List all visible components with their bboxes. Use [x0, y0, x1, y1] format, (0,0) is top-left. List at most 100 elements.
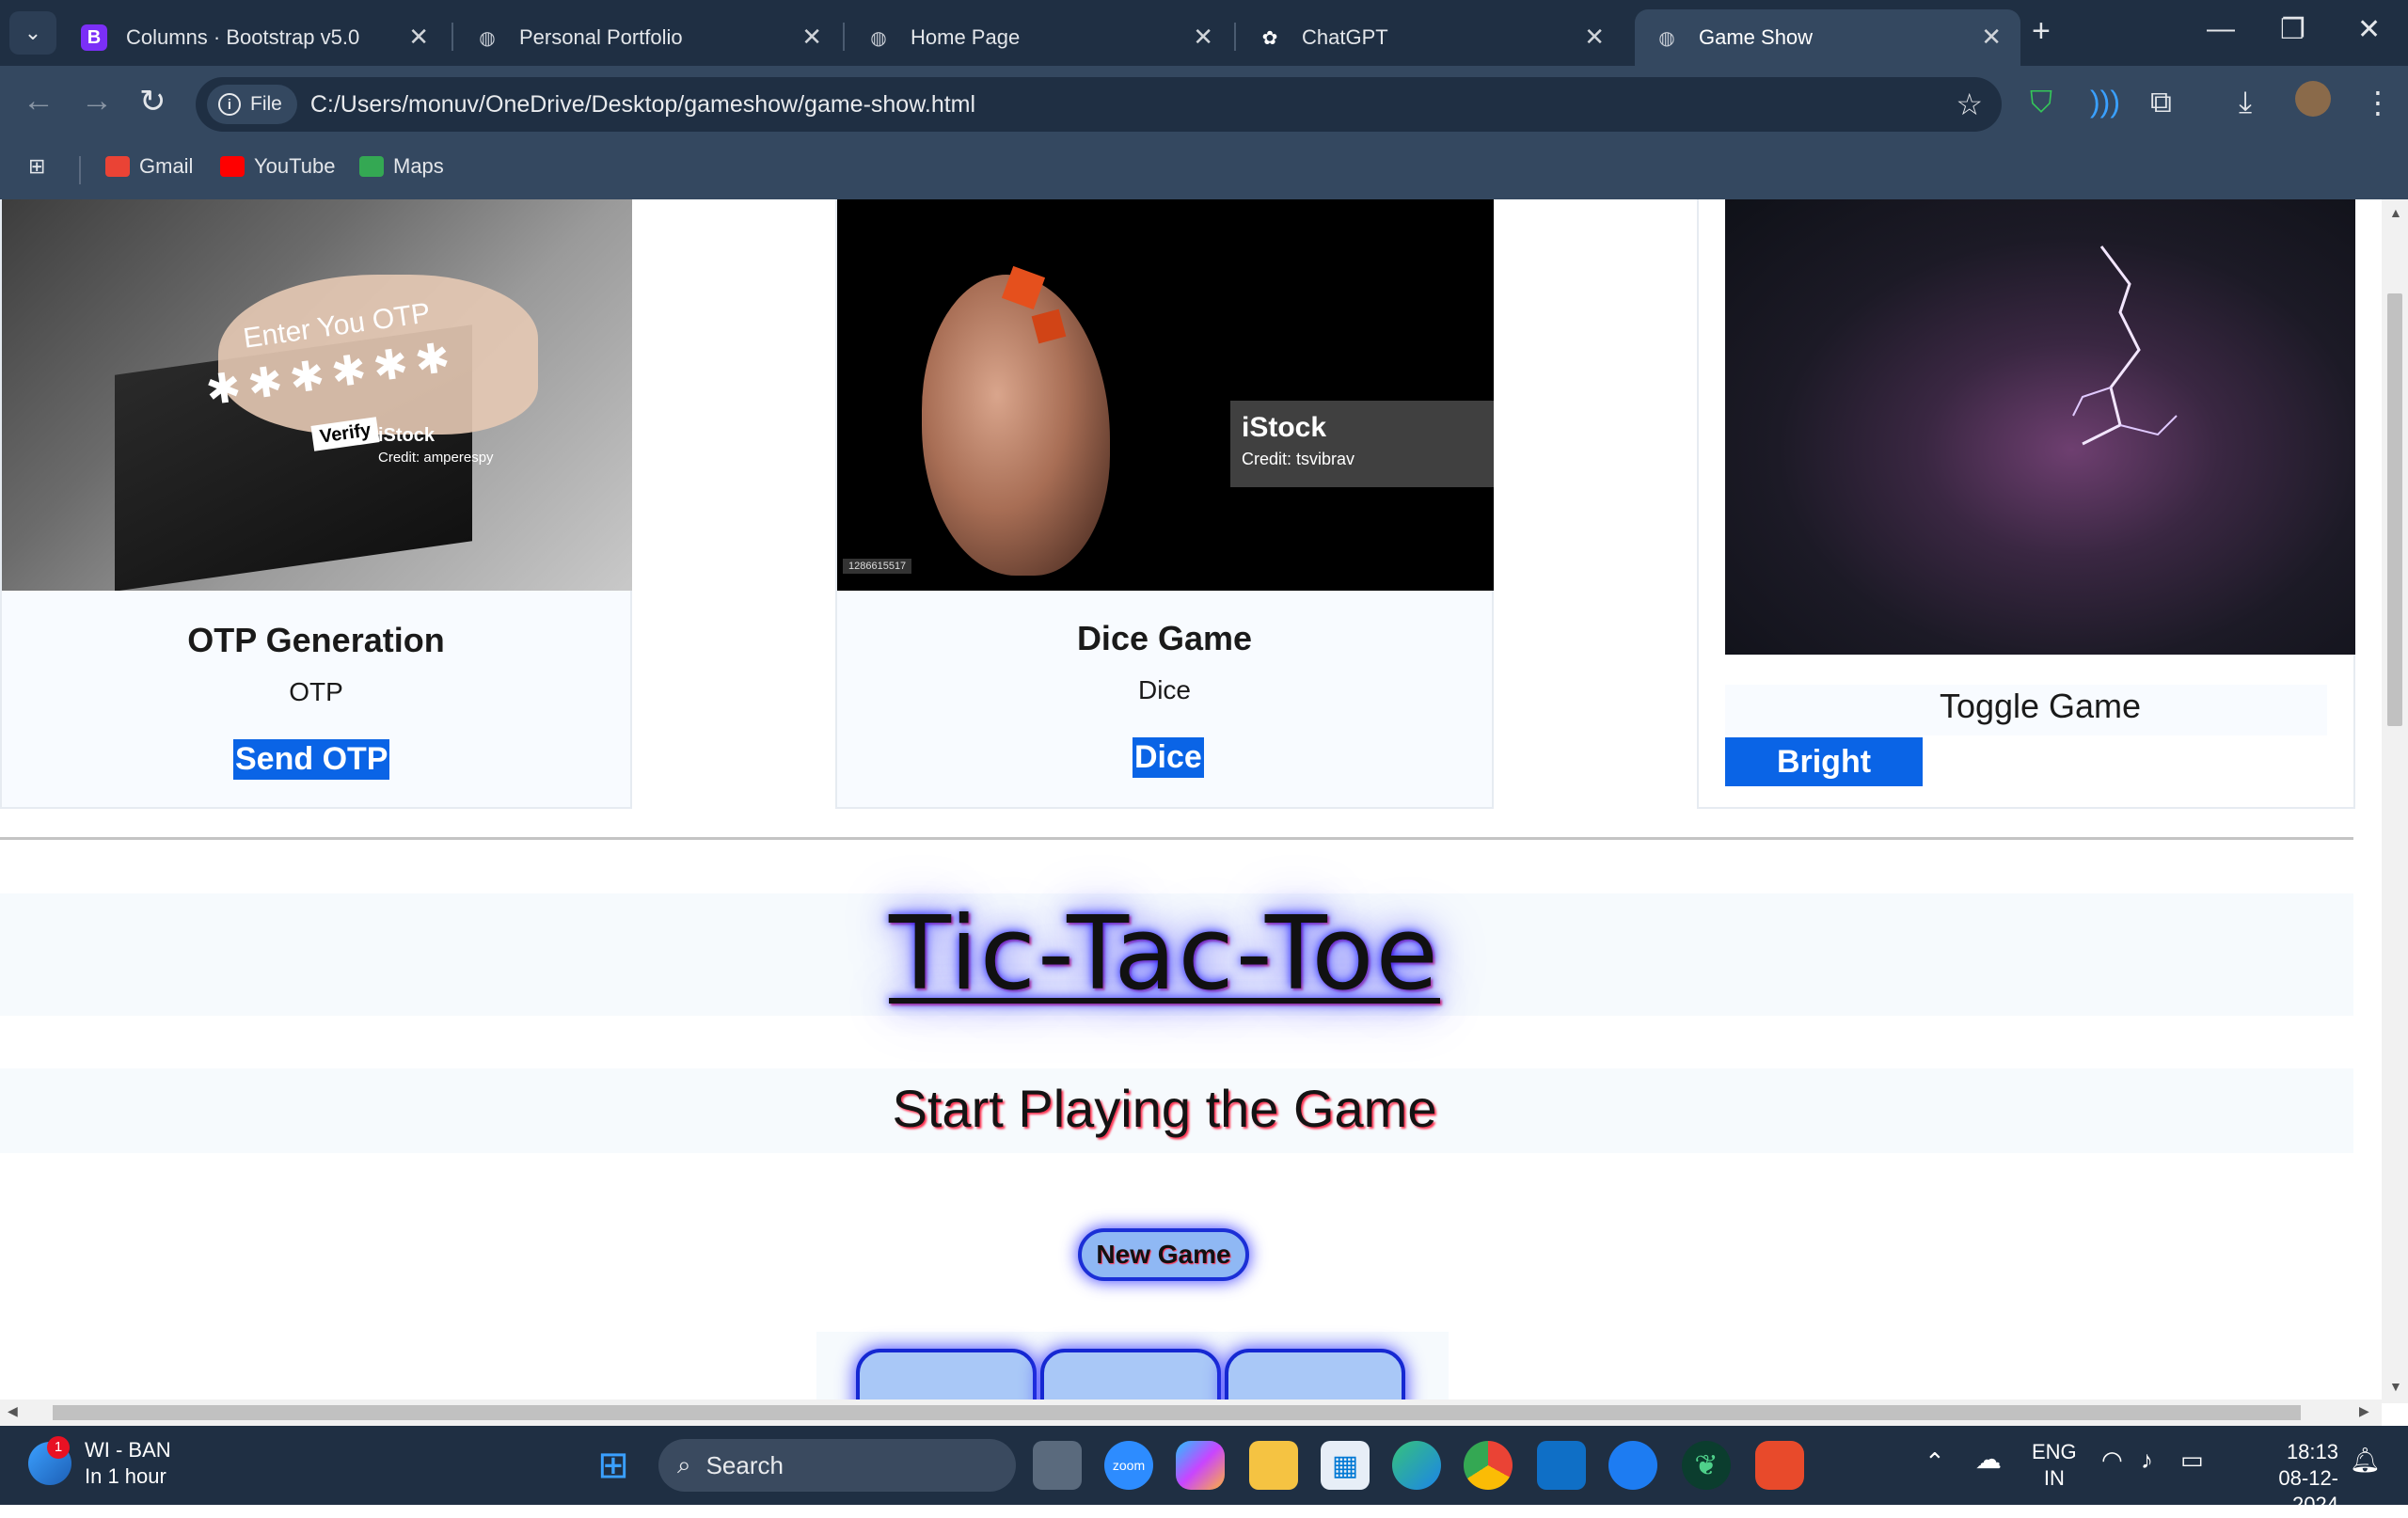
app-icon[interactable] [1608, 1441, 1657, 1490]
clock-time: 18:13 [2286, 1440, 2338, 1463]
restore-icon[interactable]: ❐ [2280, 13, 2305, 46]
battery-icon[interactable]: ▭ [2180, 1447, 2204, 1473]
search-icon: ⌕ [677, 1450, 691, 1478]
card-text: OTP [289, 677, 343, 706]
tab-game-show[interactable]: ◍ Game Show ✕ [1635, 9, 2020, 66]
card-title: Toggle Game [1939, 687, 2142, 725]
tab-title: Game Show [1699, 25, 1814, 49]
youtube-icon [220, 156, 245, 177]
bookmark-gmail[interactable]: Gmail [105, 154, 193, 179]
chevron-up-icon[interactable]: ⌃ [1925, 1448, 1945, 1475]
new-tab-plus-icon[interactable]: + [2032, 13, 2051, 50]
address-bar[interactable]: i File C:/Users/monuv/OneDrive/Desktop/g… [196, 77, 2002, 132]
card-otp: Enter You OTP ✱✱✱✱✱✱ Verify iStock Credi… [0, 199, 632, 809]
bookmarks-bar: ⊞ Gmail YouTube Maps [0, 141, 2408, 199]
shield-extension-icon[interactable]: ⛉ [2030, 85, 2052, 120]
bookmark-maps[interactable]: Maps [359, 154, 444, 179]
more-menu-icon[interactable]: ⋮ [2363, 85, 2393, 120]
task-view-icon[interactable] [1033, 1441, 1082, 1490]
close-icon[interactable]: ✕ [1981, 23, 2002, 52]
weather-title: WI - BAN [85, 1438, 171, 1462]
scroll-down-icon[interactable]: ▼ [2389, 1379, 2402, 1394]
scroll-left-icon[interactable]: ◀ [8, 1403, 18, 1419]
bookmark-star-icon[interactable]: ☆ [1956, 87, 1983, 122]
scroll-up-icon[interactable]: ▲ [2389, 205, 2402, 220]
file-explorer-icon[interactable] [1249, 1441, 1298, 1490]
vertical-scroll-thumb[interactable] [2387, 293, 2402, 726]
dice-button[interactable]: Dice [1133, 737, 1204, 778]
close-icon[interactable]: ✕ [801, 23, 822, 52]
card-title: OTP Generation [187, 621, 445, 659]
tab-search-button[interactable]: ⌄ [9, 11, 56, 55]
weather-icon: 1 [28, 1436, 71, 1485]
card-dice: iStock Credit: tsvibrav 1286615517 Dice … [835, 199, 1494, 809]
apps-grid-icon[interactable]: ⊞ [28, 154, 45, 179]
zoom-app-icon[interactable]: zoom [1104, 1441, 1153, 1490]
globe-icon: ◍ [870, 27, 887, 49]
wifi-icon[interactable]: ◠ [2101, 1447, 2123, 1473]
close-icon[interactable]: ✕ [1193, 23, 1213, 52]
chrome-icon[interactable] [1464, 1441, 1513, 1490]
vscode-icon[interactable] [1537, 1441, 1586, 1490]
istock-brand: iStock [378, 425, 436, 446]
taskbar-search[interactable]: ⌕ Search [658, 1439, 1016, 1492]
clock[interactable]: 18:13 08-12-2024 [2235, 1439, 2338, 1518]
reload-icon[interactable]: ↻ [139, 83, 166, 120]
back-arrow-icon[interactable]: ← [23, 83, 55, 119]
volume-icon[interactable]: ♪ [2141, 1447, 2153, 1473]
vertical-scrollbar[interactable]: ▲ ▼ [2382, 199, 2408, 1403]
info-icon: i [218, 93, 241, 116]
mongodb-icon[interactable]: ❦ [1682, 1441, 1731, 1490]
language-indicator[interactable]: ENG IN [2032, 1439, 2077, 1492]
forward-arrow-icon[interactable]: → [81, 83, 113, 119]
microsoft-store-icon[interactable]: ▦ [1321, 1441, 1370, 1490]
new-game-button[interactable]: New Game [1078, 1228, 1249, 1281]
dice-image: iStock Credit: tsvibrav 1286615517 [837, 199, 1494, 591]
board-cell[interactable] [1225, 1349, 1405, 1403]
card-toggle: Toggle Game Bright [1697, 199, 2355, 809]
bookmark-youtube[interactable]: YouTube [220, 154, 335, 179]
maps-icon [359, 156, 384, 177]
image-id-label: 1286615517 [843, 559, 912, 574]
site-info-label: File [250, 93, 282, 115]
search-label: Search [705, 1450, 784, 1479]
tab-home-page[interactable]: ◍ Home Page ✕ [847, 9, 1232, 66]
lightning-bolt [2072, 245, 2178, 446]
wps-office-icon[interactable] [1755, 1441, 1804, 1490]
board-cell[interactable] [856, 1349, 1037, 1403]
tab-chatgpt[interactable]: ✿ ChatGPT ✕ [1238, 9, 1624, 66]
tab-bootstrap[interactable]: B Columns · Bootstrap v5.0 ✕ [62, 9, 448, 66]
istock-credit: Credit: tsvibrav [1242, 450, 1355, 468]
download-icon[interactable]: ⤓ [2239, 85, 2252, 120]
page-viewport: Enter You OTP ✱✱✱✱✱✱ Verify iStock Credi… [0, 199, 2382, 1403]
tab-personal-portfolio[interactable]: ◍ Personal Portfolio ✕ [455, 9, 841, 66]
profile-avatar[interactable] [2295, 81, 2331, 117]
bookmark-label: Maps [393, 154, 444, 178]
lang-bottom: IN [2043, 1466, 2065, 1490]
minimize-icon[interactable]: — [2207, 13, 2235, 45]
url-text[interactable]: C:/Users/monuv/OneDrive/Desktop/gameshow… [310, 91, 975, 119]
puzzle-extensions-icon[interactable]: ⧉ [2150, 85, 2172, 120]
tab-strip: ⌄ B Columns · Bootstrap v5.0 ✕ ◍ Persona… [0, 0, 2408, 66]
edge-icon[interactable] [1392, 1441, 1441, 1490]
weather-widget[interactable]: 1 WI - BAN In 1 hour [28, 1436, 171, 1490]
copilot-icon[interactable] [1176, 1441, 1225, 1490]
horizontal-scroll-thumb[interactable] [53, 1405, 2301, 1420]
board-cell[interactable] [1040, 1349, 1221, 1403]
bright-toggle-button[interactable]: Bright [1725, 737, 1923, 786]
scroll-right-icon[interactable]: ▶ [2359, 1403, 2369, 1419]
audio-extension-icon[interactable]: ))) [2090, 85, 2120, 119]
istock-banner: iStock Credit: tsvibrav [1230, 401, 1494, 487]
weather-subtitle: In 1 hour [85, 1464, 166, 1488]
istock-brand: iStock [1242, 412, 1327, 443]
close-icon[interactable]: ✕ [1584, 23, 1605, 52]
send-otp-button[interactable]: Send OTP [233, 739, 390, 780]
windows-start-icon[interactable]: ⊞ [589, 1441, 638, 1490]
onedrive-cloud-icon[interactable]: ☁ [1975, 1447, 2002, 1473]
close-icon[interactable]: ✕ [408, 23, 429, 52]
notification-bell-icon[interactable]: 🔔︎ [2350, 1447, 2381, 1473]
horizontal-scrollbar[interactable]: ◀ ▶ [0, 1399, 2382, 1426]
close-window-icon[interactable]: ✕ [2357, 13, 2381, 46]
bookmark-label: Gmail [139, 154, 194, 178]
site-info-chip[interactable]: i File [207, 85, 297, 124]
